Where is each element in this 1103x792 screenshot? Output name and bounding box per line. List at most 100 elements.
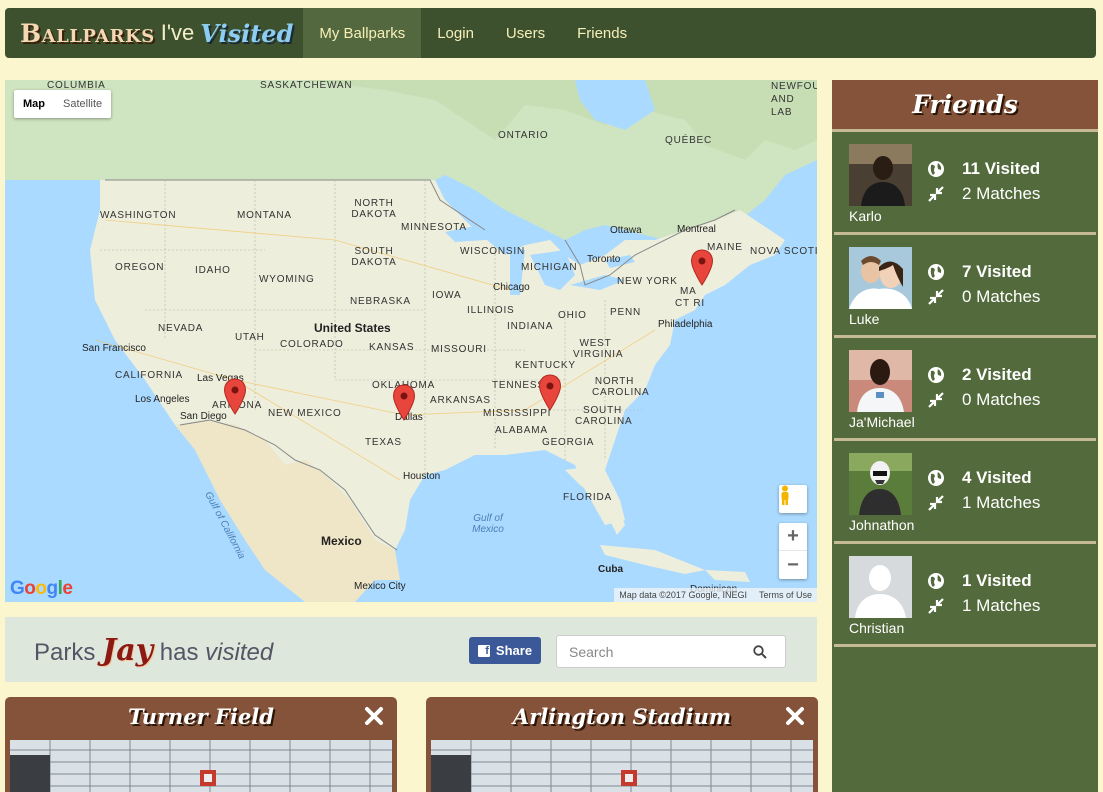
map-label: TEXAS xyxy=(365,437,402,448)
avatar xyxy=(849,556,912,618)
nav-my-ballparks[interactable]: My Ballparks xyxy=(303,8,422,58)
friend-matches-count: 2 Matches xyxy=(962,184,1041,203)
friends-title: Friends xyxy=(832,80,1098,132)
map-label: WASHINGTON xyxy=(100,210,177,221)
close-icon[interactable] xyxy=(784,705,806,727)
friend-matches-count: 0 Matches xyxy=(962,287,1041,306)
friend-name: Karlo xyxy=(849,208,882,224)
map-label: NEWFOU AND LAB xyxy=(771,81,817,118)
brand-logo[interactable]: Ballparks I've Visited xyxy=(5,8,303,58)
friends-panel: Friends Karlo 11 Visited 2 Matches Luke … xyxy=(832,80,1098,792)
map-base xyxy=(5,80,817,602)
parks-header: Parks Jay has visited f Share xyxy=(5,617,817,682)
park-photo xyxy=(10,740,392,792)
map-label: FLORIDA xyxy=(563,492,612,503)
nav-login[interactable]: Login xyxy=(421,8,490,58)
compress-arrows-icon xyxy=(928,392,944,408)
nav-users[interactable]: Users xyxy=(490,8,561,58)
avatar xyxy=(849,453,912,515)
friend-visited-count: 1 Visited xyxy=(962,571,1032,590)
search-input[interactable] xyxy=(557,643,747,660)
map-label: NEW YORK xyxy=(617,276,678,287)
map-label: ALABAMA xyxy=(495,425,548,436)
globe-icon xyxy=(928,161,944,177)
globe-icon xyxy=(928,264,944,280)
map-label: WEST VIRGINIA xyxy=(573,338,624,360)
map-label: IOWA xyxy=(432,290,462,301)
map-marker-icon[interactable] xyxy=(538,374,562,412)
map-label: Chicago xyxy=(493,282,530,293)
zoom-out-button[interactable]: − xyxy=(779,551,807,579)
map-label: Gulf of Mexico xyxy=(472,513,504,535)
facebook-icon: f xyxy=(477,644,490,657)
map-label: MISSOURI xyxy=(431,344,487,355)
avatar xyxy=(849,350,912,412)
parks-has: has xyxy=(159,639,199,666)
map-label: SOUTH CAROLINA xyxy=(575,405,633,427)
parks-title: Parks Jay has visited xyxy=(34,633,273,668)
zoom-in-button[interactable]: + xyxy=(779,523,807,551)
map-label: CALIFORNIA xyxy=(115,370,184,381)
friend-card[interactable]: Christian 1 Visited 1 Matches xyxy=(834,544,1096,647)
map-label: ARKANSAS xyxy=(430,395,491,406)
map-label: MA xyxy=(680,286,697,297)
nav-friends[interactable]: Friends xyxy=(561,8,643,58)
google-logo[interactable]: Google xyxy=(10,578,73,600)
map-label: Toronto xyxy=(587,254,621,265)
avatar xyxy=(849,144,912,206)
map-label: NEVADA xyxy=(158,323,204,334)
ballpark-map[interactable]: Map Satellite COLUMBIA SASKATCHEWAN ONTA… xyxy=(5,80,817,602)
friend-card[interactable]: Karlo 11 Visited 2 Matches xyxy=(834,132,1096,235)
map-label: GEORGIA xyxy=(542,437,595,448)
map-label: WYOMING xyxy=(259,274,315,285)
friend-matches: 0 Matches xyxy=(926,287,1040,307)
map-attribution: Map data ©2017 Google, INEGI Terms of Us… xyxy=(614,588,817,602)
map-marker-icon[interactable] xyxy=(392,384,416,422)
friend-visited: 11 Visited xyxy=(926,159,1040,179)
friend-visited: 4 Visited xyxy=(926,468,1032,488)
friend-visited-count: 2 Visited xyxy=(962,365,1032,384)
map-label: Ottawa xyxy=(610,225,642,236)
friend-name: Ja'Michael xyxy=(849,414,915,430)
map-label: Los Angeles xyxy=(135,394,190,405)
friend-visited-count: 4 Visited xyxy=(962,468,1032,487)
map-label: Houston xyxy=(403,471,441,482)
map-label: NORTH CAROLINA xyxy=(592,376,650,398)
search-icon[interactable] xyxy=(753,645,767,659)
close-icon[interactable] xyxy=(363,705,385,727)
friend-visited: 7 Visited xyxy=(926,262,1032,282)
map-label: INDIANA xyxy=(507,321,554,332)
friend-matches: 1 Matches xyxy=(926,493,1040,513)
map-label: NOVA SCOTI xyxy=(750,246,817,257)
map-label: San Francisco xyxy=(82,343,146,354)
friend-visited: 1 Visited xyxy=(926,571,1032,591)
friend-card[interactable]: Johnathon 4 Visited 1 Matches xyxy=(834,441,1096,544)
park-card-title: Arlington Stadium xyxy=(512,704,732,729)
map-label: NEBRASKA xyxy=(350,296,411,307)
map-label: Mexico City xyxy=(354,581,406,592)
map-marker-icon[interactable] xyxy=(223,378,247,416)
map-label: KANSAS xyxy=(369,342,415,353)
compress-arrows-icon xyxy=(928,495,944,511)
friend-card[interactable]: Ja'Michael 2 Visited 0 Matches xyxy=(834,338,1096,441)
map-marker-icon[interactable] xyxy=(690,249,714,287)
terms-of-use-link[interactable]: Terms of Use xyxy=(759,590,812,600)
map-label: ONTARIO xyxy=(498,130,549,141)
map-type-map-button[interactable]: Map xyxy=(14,90,54,118)
map-data-credit: Map data ©2017 Google, INEGI xyxy=(619,590,747,600)
map-label: CT RI xyxy=(675,298,705,309)
map-label: MINNESOTA xyxy=(401,222,467,233)
facebook-share-button[interactable]: f Share xyxy=(469,637,541,664)
map-label: SOUTH DAKOTA xyxy=(351,246,397,268)
map-label: QUÉBEC xyxy=(665,135,713,146)
navbar: Ballparks I've Visited My Ballparks Logi… xyxy=(5,8,1096,58)
friend-visited-count: 11 Visited xyxy=(962,159,1041,178)
street-view-pegman-icon[interactable] xyxy=(779,485,807,513)
brand-ballparks: Ballparks xyxy=(20,18,155,48)
map-label: Cuba xyxy=(598,564,623,575)
park-card-title: Turner Field xyxy=(128,704,274,729)
globe-icon xyxy=(928,573,944,589)
friend-card[interactable]: Luke 7 Visited 0 Matches xyxy=(834,235,1096,338)
friend-name: Christian xyxy=(849,620,905,636)
map-type-satellite-button[interactable]: Satellite xyxy=(54,90,111,118)
